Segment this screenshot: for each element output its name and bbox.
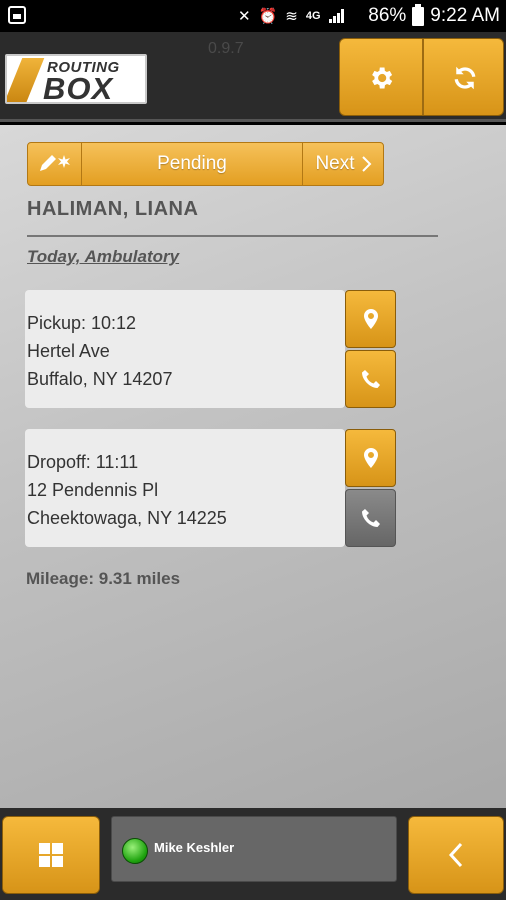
chevron-left-icon [448,842,463,868]
signal-icon [328,9,344,23]
trip-mileage: Mileage: 9.31 miles [26,569,181,588]
phone-icon [361,370,380,388]
logo-text-bottom: BOX [43,71,114,104]
gear-icon [372,67,393,89]
pickup-time: Pickup: 10:12 [27,313,137,333]
chevron-right-icon [361,156,371,172]
passenger-name: HALIMAN, LIANA [27,198,199,220]
edit-button[interactable] [28,143,81,185]
wifi-icon: ≋ [285,8,298,25]
map-pin-icon [363,448,378,468]
trip-action-bar: Pending Next [27,142,384,186]
trip-status[interactable]: Pending [82,143,302,185]
grid-icon [39,843,63,867]
driver-status-indicator [122,838,148,864]
network-label: 4G [305,10,321,22]
clock: 9:22 AM [430,5,500,26]
pencil-sparkle-icon [39,155,70,171]
next-label: Next [315,153,355,174]
phone-icon [361,509,380,527]
routing-box-logo: ROUTING BOX [5,54,147,104]
driver-name: Mike Keshler [154,840,235,855]
dropoff-street: 12 Pendennis Pl [27,480,159,500]
pickup-call-button[interactable] [345,350,396,408]
driver-panel[interactable]: Mike Keshler [111,816,397,882]
dropoff-city: Cheektowaga, NY 14225 [27,508,227,528]
divider [27,235,438,237]
trip-detail: Pending Next HALIMAN, LIANA Today, Ambul… [0,125,506,808]
app-version: 0.9.7 [208,40,244,57]
mute-icon: ✕ [238,8,251,25]
status-bar: ✕ ⏰ ≋ 4G 86% 9:22 AM [0,0,506,32]
refresh-button[interactable] [424,39,503,115]
menu-button[interactable] [2,816,100,894]
status-icons: ✕ ⏰ ≋ 4G [238,5,344,27]
dropoff-call-button[interactable] [345,489,396,547]
battery-icon [412,3,425,26]
dropoff-map-button[interactable] [345,429,396,487]
next-button[interactable]: Next [303,143,385,185]
map-pin-icon [363,309,378,329]
app-header: ROUTING BOX 0.9.7 [0,32,506,122]
pickup-street: Hertel Ave [27,341,110,361]
header-button-group [339,38,504,116]
logo-slash [7,58,45,102]
dropoff-time: Dropoff: 11:11 [27,452,139,472]
trip-description[interactable]: Today, Ambulatory [27,247,179,267]
back-button[interactable] [408,816,504,894]
alarm-icon: ⏰ [258,8,278,25]
app-footer: Mike Keshler [0,808,506,900]
pickup-card: Pickup: 10:12 Hertel Ave Buffalo, NY 142… [25,290,345,408]
settings-button[interactable] [340,39,422,115]
battery-percent: 86% [368,5,407,26]
notification-icon [8,6,26,24]
pickup-city: Buffalo, NY 14207 [27,369,173,389]
pickup-map-button[interactable] [345,290,396,348]
refresh-icon [454,66,476,90]
dropoff-card: Dropoff: 11:11 12 Pendennis Pl Cheektowa… [25,429,345,547]
